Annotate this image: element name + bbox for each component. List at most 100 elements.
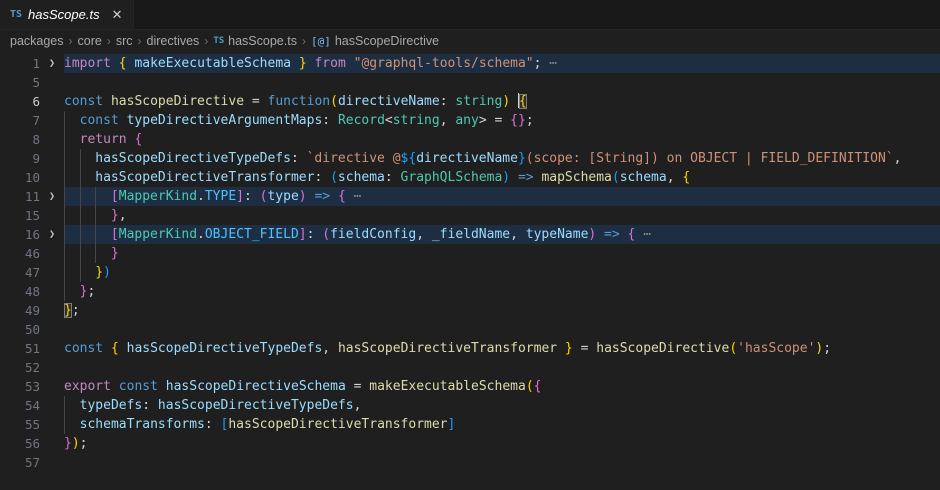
indent-guide: [80, 187, 96, 206]
line-number[interactable]: 1: [0, 54, 40, 73]
code-line[interactable]: 6const hasScopeDirective = function(dire…: [0, 92, 940, 111]
breadcrumb-item-file[interactable]: TS hasScope.ts: [213, 34, 297, 48]
code-line[interactable]: 53export const hasScopeDirectiveSchema =…: [0, 377, 940, 396]
fold-chevron-icon[interactable]: ❯: [40, 187, 64, 206]
line-content: }): [64, 263, 940, 282]
line-number[interactable]: 6: [0, 92, 40, 111]
code-line[interactable]: 50: [0, 320, 940, 339]
code-token: hasScopeDirective: [596, 341, 729, 356]
line-number[interactable]: 51: [0, 339, 40, 358]
code-line[interactable]: 57: [0, 453, 940, 472]
code-token: "@graphql-tools/schema": [354, 56, 534, 71]
line-number[interactable]: 11: [0, 187, 40, 206]
line-content: });: [64, 434, 940, 453]
code-token: hasScopeDirectiveTransformer: [338, 341, 557, 356]
line-number[interactable]: 5: [0, 73, 40, 92]
breadcrumb-item-directives[interactable]: directives: [147, 34, 200, 48]
line-number[interactable]: 15: [0, 206, 40, 225]
code-token: hasScopeDirective: [111, 94, 244, 109]
code-token: ,: [119, 208, 127, 223]
close-icon[interactable]: ✕: [112, 7, 123, 23]
folded-ellipsis[interactable]: ⋯: [643, 227, 651, 242]
line-number[interactable]: 50: [0, 320, 40, 339]
folded-ellipsis[interactable]: ⋯: [354, 189, 362, 204]
line-number[interactable]: 54: [0, 396, 40, 415]
fold-chevron-icon[interactable]: ❯: [40, 225, 64, 244]
code-token: :: [291, 151, 307, 166]
line-content: hasScopeDirectiveTransformer: (schema: G…: [64, 168, 940, 187]
code-token: directiveName: [338, 94, 440, 109]
breadcrumb-item-symbol[interactable]: [@] hasScopeDirective: [311, 34, 439, 48]
code-editor[interactable]: 1❯import { makeExecutableSchema } from "…: [0, 52, 940, 472]
line-number[interactable]: 10: [0, 168, 40, 187]
code-line[interactable]: 54typeDefs: hasScopeDirectiveTypeDefs,: [0, 396, 940, 415]
code-token: :: [322, 113, 338, 128]
code-token: ,: [354, 398, 362, 413]
gutter-spacer: [40, 453, 64, 472]
line-number[interactable]: 7: [0, 111, 40, 130]
gutter-spacer: [40, 168, 64, 187]
code-line[interactable]: 48};: [0, 282, 940, 301]
line-number[interactable]: 9: [0, 149, 40, 168]
line-number[interactable]: 16: [0, 225, 40, 244]
gutter-spacer: [40, 434, 64, 453]
line-number[interactable]: 52: [0, 358, 40, 377]
indent-guide: [64, 396, 80, 415]
code-token: ): [72, 436, 80, 451]
fold-chevron-icon[interactable]: ❯: [40, 54, 64, 73]
code-token: type: [267, 189, 298, 204]
code-token: OBJECT_FIELD: [205, 227, 299, 242]
folded-ellipsis[interactable]: ⋯: [549, 56, 557, 71]
line-number[interactable]: 56: [0, 434, 40, 453]
code-line[interactable]: 9hasScopeDirectiveTypeDefs: `directive @…: [0, 149, 940, 168]
code-line[interactable]: 8return {: [0, 130, 940, 149]
code-line[interactable]: 11❯[MapperKind.TYPE]: (type) => { ⋯: [0, 187, 940, 206]
indent-guide: [80, 244, 96, 263]
line-number[interactable]: 49: [0, 301, 40, 320]
line-number[interactable]: 8: [0, 130, 40, 149]
code-token: ,: [667, 170, 683, 185]
code-token: [346, 189, 354, 204]
code-line[interactable]: 56});: [0, 434, 940, 453]
code-line[interactable]: 46}: [0, 244, 940, 263]
code-token: const: [64, 341, 111, 356]
line-number[interactable]: 57: [0, 453, 40, 472]
code-token: MapperKind: [119, 189, 197, 204]
code-token: {: [534, 379, 542, 394]
code-token: ): [502, 170, 510, 185]
indent-guide: [80, 168, 96, 187]
code-line[interactable]: 1❯import { makeExecutableSchema } from "…: [0, 54, 940, 73]
code-line[interactable]: 55schemaTransforms: [hasScopeDirectiveTr…: [0, 415, 940, 434]
code-token: =>: [510, 170, 541, 185]
breadcrumb-item-core[interactable]: core: [78, 34, 102, 48]
chevron-right-icon: ›: [69, 34, 73, 48]
code-line[interactable]: 15},: [0, 206, 940, 225]
line-number[interactable]: 55: [0, 415, 40, 434]
line-number[interactable]: 53: [0, 377, 40, 396]
code-line[interactable]: 10 hasScopeDirectiveTransformer: (schema:…: [0, 168, 940, 187]
code-token: :: [244, 189, 260, 204]
breadcrumb-item-packages[interactable]: packages: [10, 34, 64, 48]
code-token: }: [557, 341, 573, 356]
code-line[interactable]: 49};: [0, 301, 940, 320]
indent-guide: [64, 282, 80, 301]
code-line[interactable]: 51const { hasScopeDirectiveTypeDefs, has…: [0, 339, 940, 358]
indent-guide: [80, 149, 96, 168]
gutter-spacer: [40, 149, 64, 168]
line-number[interactable]: 46: [0, 244, 40, 263]
line-number[interactable]: 48: [0, 282, 40, 301]
code-line[interactable]: 5: [0, 73, 940, 92]
line-number[interactable]: 47: [0, 263, 40, 282]
indent-guide: [80, 225, 96, 244]
breadcrumb-item-src[interactable]: src: [116, 34, 133, 48]
code-token: =>: [307, 189, 338, 204]
code-token: :: [440, 94, 456, 109]
folded-line-content: [MapperKind.TYPE]: (type) => { ⋯: [64, 187, 940, 206]
code-line[interactable]: 52: [0, 358, 940, 377]
code-line[interactable]: 7const typeDirectiveArgumentMaps: Record…: [0, 111, 940, 130]
code-line[interactable]: 47}): [0, 263, 940, 282]
code-token: const: [119, 379, 166, 394]
code-line[interactable]: 16❯[MapperKind.OBJECT_FIELD]: (fieldConf…: [0, 225, 940, 244]
tab-hasscope[interactable]: TS hasScope.ts ✕: [0, 0, 134, 29]
code-token: :: [205, 417, 221, 432]
